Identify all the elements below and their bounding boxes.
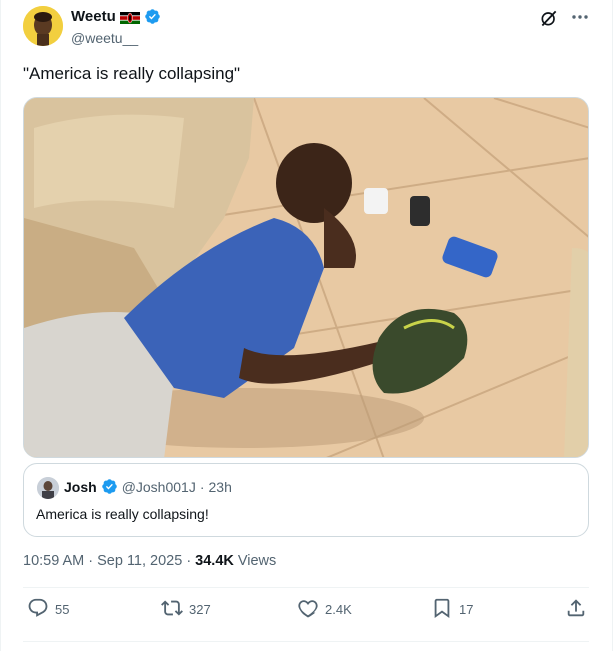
bookmark-count: 17 <box>459 602 474 617</box>
reply-icon <box>27 597 49 622</box>
quote-time: 23h <box>208 478 232 495</box>
retweet-count: 327 <box>189 602 211 617</box>
reply-count: 55 <box>55 602 70 617</box>
bookmark-icon <box>431 597 453 622</box>
retweet-button[interactable]: 327 <box>161 597 211 622</box>
kenya-flag-icon <box>119 11 140 24</box>
author-display-name[interactable]: Weetu <box>71 8 116 25</box>
author-name-row: Weetu <box>71 8 161 25</box>
tweet-meta: 10:59 AM · Sep 11, 2025 · 34.4K Views <box>23 553 276 569</box>
like-icon <box>297 597 319 622</box>
share-button[interactable] <box>565 597 587 622</box>
like-count: 2.4K <box>325 602 352 617</box>
author-avatar[interactable] <box>23 6 63 46</box>
action-bar: 55 327 2.4K 17 <box>1 597 614 633</box>
retweet-icon <box>161 597 183 622</box>
tweet-card: Weetu @weetu__ "America is really collap… <box>0 0 613 651</box>
views-label: Views <box>237 553 277 569</box>
quote-separator: · <box>199 478 205 495</box>
quoted-tweet[interactable]: Josh @Josh001J · 23h America is really c… <box>23 463 589 537</box>
more-icon[interactable] <box>569 6 591 28</box>
meta-separator: · <box>88 553 94 569</box>
quote-header: Josh @Josh001J · 23h <box>64 478 232 495</box>
share-icon <box>565 597 587 622</box>
quote-handle: @Josh001J <box>121 478 196 495</box>
verified-icon <box>101 478 118 495</box>
meta-separator-2: · <box>186 553 192 569</box>
like-button[interactable]: 2.4K <box>297 597 352 622</box>
tweet-date[interactable]: Sep 11, 2025 <box>97 553 182 569</box>
author-handle[interactable]: @weetu__ <box>71 30 138 46</box>
quote-display-name: Josh <box>64 478 97 495</box>
divider-bottom <box>23 641 589 642</box>
tweet-time[interactable]: 10:59 AM <box>23 553 84 569</box>
reply-button[interactable]: 55 <box>27 597 69 622</box>
divider <box>23 587 589 588</box>
tweet-photo[interactable] <box>23 97 589 458</box>
tweet-text: "America is really collapsing" <box>23 64 241 83</box>
verified-icon <box>144 8 161 25</box>
quote-text: America is really collapsing! <box>36 506 209 522</box>
bookmark-button[interactable]: 17 <box>431 597 473 622</box>
grok-icon[interactable] <box>539 8 559 28</box>
views-count: 34.4K <box>195 553 234 569</box>
quote-author-avatar <box>37 477 59 499</box>
